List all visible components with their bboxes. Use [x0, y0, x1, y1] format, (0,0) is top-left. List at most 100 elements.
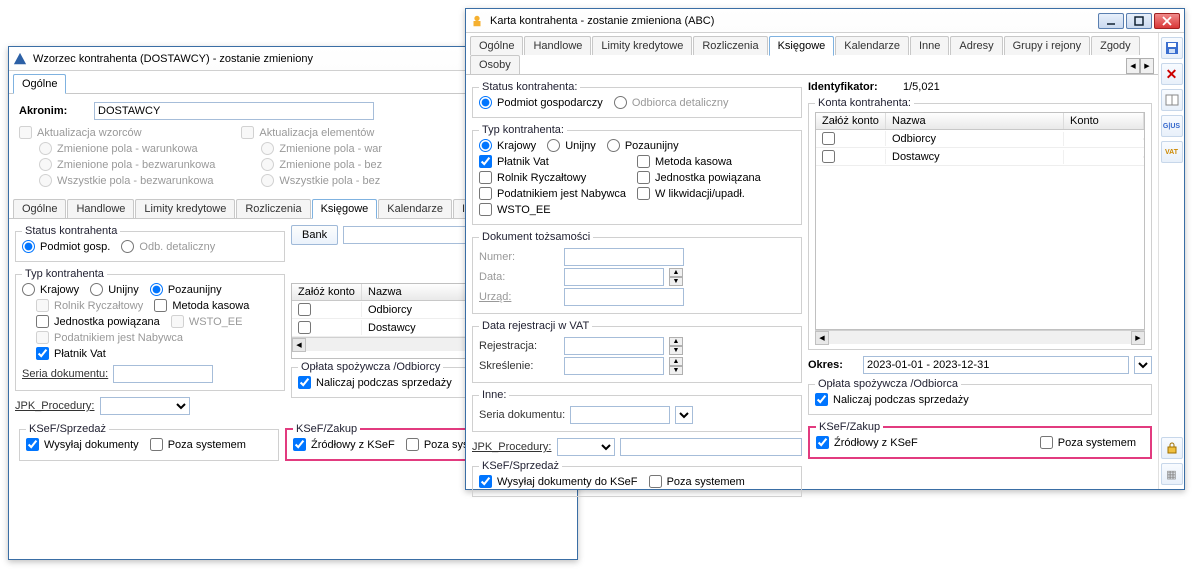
input-seria[interactable] — [113, 365, 213, 383]
chk-row-odbiorcy[interactable] — [822, 132, 835, 145]
radio-podmiot-gosp[interactable] — [479, 96, 492, 109]
chk-metoda[interactable] — [154, 299, 167, 312]
tab-kalendarze[interactable]: Kalendarze — [835, 36, 909, 55]
tab-scroll-right[interactable]: ▶ — [1140, 58, 1154, 74]
select-jpk[interactable] — [100, 397, 190, 415]
chk-wsto[interactable] — [479, 203, 492, 216]
date-up-icon[interactable]: ▲ — [669, 268, 683, 277]
tab-ogolne-top[interactable]: Ogólne — [13, 74, 66, 94]
tab-grupy[interactable]: Grupy i rejony — [1004, 36, 1090, 55]
input-urzad[interactable] — [564, 288, 684, 306]
tab-ogolne[interactable]: Ogólne — [13, 199, 66, 218]
tab-rozliczenia[interactable]: Rozliczenia — [693, 36, 767, 55]
save-button[interactable] — [1161, 37, 1183, 59]
label-jpk[interactable]: JPK_Procedury: — [472, 441, 552, 453]
chk-zrodlowy[interactable] — [816, 436, 829, 449]
chk-row-dostawcy[interactable] — [298, 321, 311, 334]
chk-podatnik-nabywca[interactable] — [479, 187, 492, 200]
maximize-button[interactable] — [1126, 13, 1152, 29]
tab-osoby[interactable]: Osoby — [470, 55, 520, 74]
date-down-icon[interactable]: ▼ — [669, 277, 683, 286]
radio-pozaunijny[interactable] — [607, 139, 620, 152]
chk-metoda[interactable] — [637, 155, 650, 168]
tab-ksiegowe[interactable]: Księgowe — [312, 199, 378, 219]
chk-platnik-vat[interactable] — [36, 347, 49, 360]
sel-jpk[interactable] — [557, 438, 615, 456]
col-zaloz-konto[interactable]: Załóż konto — [816, 113, 886, 129]
fs-dok-toz: Dokument tożsamości Numer: Data:▲▼ Urząd… — [472, 231, 802, 314]
tab-scroll-left[interactable]: ◀ — [1126, 58, 1140, 74]
tab-kalendarze[interactable]: Kalendarze — [378, 199, 452, 218]
label-jpk[interactable]: JPK_Procedury: — [15, 400, 95, 412]
chk-wysylaj-dok[interactable] — [26, 438, 39, 451]
scroll-left-icon[interactable]: ◀ — [815, 331, 829, 345]
akronim-input[interactable] — [94, 102, 374, 120]
chk-wysylaj[interactable] — [479, 475, 492, 488]
tab-limity[interactable]: Limity kredytowe — [592, 36, 692, 55]
tab-handlowe[interactable]: Handlowe — [67, 199, 134, 218]
sel-okres[interactable] — [1134, 356, 1152, 374]
scroll-left-icon[interactable]: ◀ — [292, 338, 306, 352]
chk-zrodlowy[interactable] — [293, 438, 306, 451]
tab-ogolne[interactable]: Ogólne — [470, 36, 523, 55]
cancel-button[interactable]: ✕ — [1161, 63, 1183, 85]
radio-unijny[interactable] — [90, 283, 103, 296]
col-konto[interactable]: Konto — [1064, 113, 1144, 129]
label-urzad[interactable]: Urząd: — [479, 291, 559, 303]
input-okres[interactable] — [863, 356, 1129, 374]
tab-limity[interactable]: Limity kredytowe — [135, 199, 235, 218]
col-zaloz-konto[interactable]: Załóż konto — [292, 284, 362, 300]
tab-ksiegowe[interactable]: Księgowe — [769, 36, 835, 56]
label-seria[interactable]: Seria dokumentu: — [22, 368, 108, 380]
chk-poza-sys-s[interactable] — [150, 438, 163, 451]
chk-platnik-vat[interactable] — [479, 155, 492, 168]
tab-adresy[interactable]: Adresy — [950, 36, 1002, 55]
input-rejestracja[interactable] — [564, 337, 664, 355]
input-jpk[interactable] — [620, 438, 802, 456]
arrow-button[interactable]: ▦ — [1161, 463, 1183, 485]
input-numer[interactable] — [564, 248, 684, 266]
spin-down-icon[interactable]: ▼ — [669, 366, 683, 375]
lock-button[interactable] — [1161, 437, 1183, 459]
spin-down-icon[interactable]: ▼ — [669, 346, 683, 355]
table-row[interactable]: Odbiorcy — [816, 130, 1144, 148]
chk-poza-sys-z[interactable] — [1040, 436, 1053, 449]
input-seria[interactable] — [570, 406, 670, 424]
radio-pozaunijny[interactable] — [150, 283, 163, 296]
chk-rolnik[interactable] — [479, 171, 492, 184]
tab-inne[interactable]: Inne — [910, 36, 949, 55]
radio-odb-detal[interactable] — [614, 96, 627, 109]
chk-poza-sys-s[interactable] — [649, 475, 662, 488]
radio-krajowy[interactable] — [479, 139, 492, 152]
radio-podmiot-gosp[interactable] — [22, 240, 35, 253]
book-button[interactable] — [1161, 89, 1183, 111]
table-row[interactable]: Dostawcy — [816, 148, 1144, 166]
gus-button[interactable]: G|US — [1161, 115, 1183, 137]
sel-seria[interactable] — [675, 406, 693, 424]
tab-rozliczenia[interactable]: Rozliczenia — [236, 199, 310, 218]
btn-bank[interactable]: Bank — [291, 225, 338, 245]
radio-unijny[interactable] — [547, 139, 560, 152]
scroll-right-icon[interactable]: ▶ — [1131, 331, 1145, 345]
radio-krajowy[interactable] — [22, 283, 35, 296]
chk-naliczaj[interactable] — [298, 376, 311, 389]
chk-wlikw[interactable] — [637, 187, 650, 200]
chk-jednostka[interactable] — [637, 171, 650, 184]
close-button[interactable] — [1154, 13, 1180, 29]
minimize-button[interactable] — [1098, 13, 1124, 29]
input-skreslenie[interactable] — [564, 357, 664, 375]
input-data[interactable] — [564, 268, 664, 286]
tab-handlowe[interactable]: Handlowe — [524, 36, 591, 55]
chk-row-odbiorcy[interactable] — [298, 303, 311, 316]
spin-up-icon[interactable]: ▲ — [669, 337, 683, 346]
spin-up-icon[interactable]: ▲ — [669, 357, 683, 366]
chk-naliczaj[interactable] — [815, 393, 828, 406]
chk-jednostka[interactable] — [36, 315, 49, 328]
chk-row-dostawcy[interactable] — [822, 150, 835, 163]
vat-button[interactable]: VAT — [1161, 141, 1183, 163]
chk-poza-sys-z[interactable] — [406, 438, 419, 451]
titlebar[interactable]: Karta kontrahenta - zostanie zmieniona (… — [466, 9, 1184, 33]
col-nazwa[interactable]: Nazwa — [886, 113, 1064, 129]
radio-odb-detal[interactable] — [121, 240, 134, 253]
tab-zgody[interactable]: Zgody — [1091, 36, 1140, 55]
